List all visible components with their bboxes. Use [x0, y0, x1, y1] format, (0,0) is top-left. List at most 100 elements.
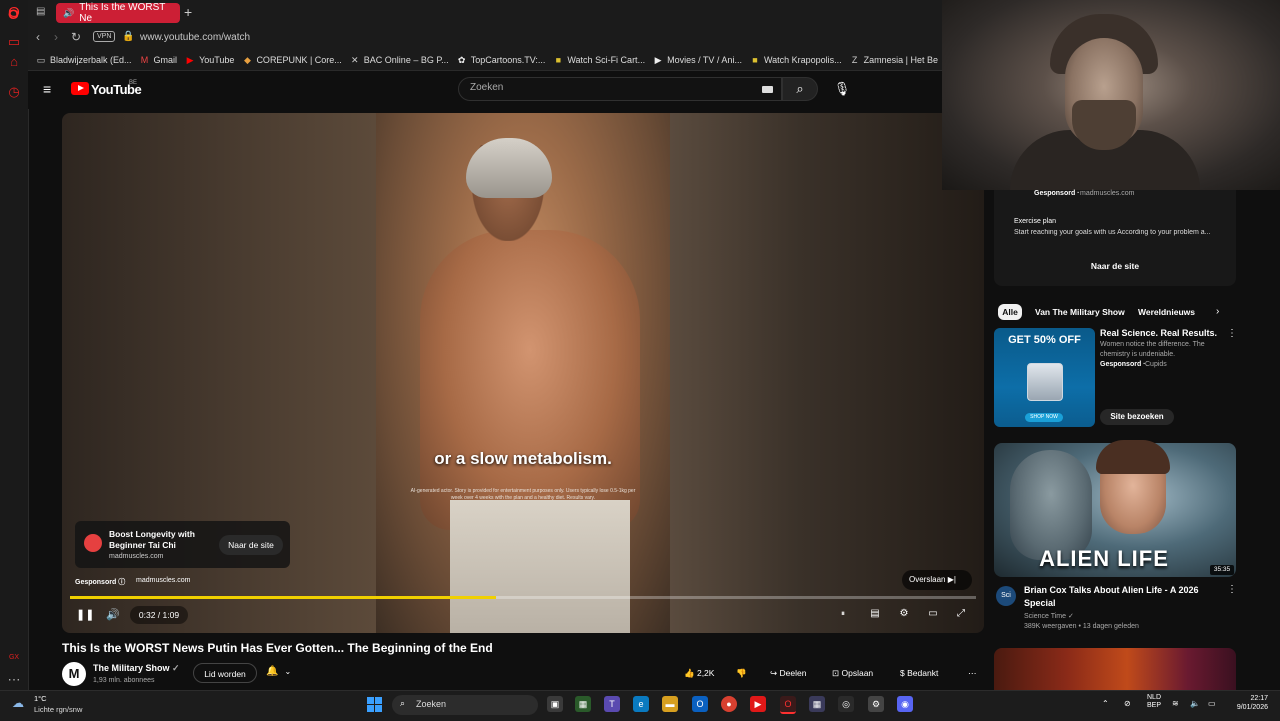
weather-icon[interactable]: ☁ [12, 696, 28, 710]
weather-temperature[interactable]: 1°C [34, 694, 47, 703]
bookmark-item[interactable]: M Gmail [140, 55, 178, 65]
calculator-icon[interactable]: ▦ [809, 696, 825, 712]
recommendation-channel-avatar[interactable]: Sci [996, 586, 1016, 606]
edge-icon[interactable]: e [633, 696, 649, 712]
windows-start-icon[interactable] [367, 697, 383, 713]
opera-gx-icon[interactable]: O [780, 696, 796, 714]
url-field[interactable]: www.youtube.com/watch [140, 32, 250, 43]
recommendation-menu-icon[interactable]: ⋮ [1227, 584, 1237, 595]
sidebar-bag-icon[interactable]: ⌂ [6, 54, 22, 70]
youtube-logo-icon[interactable] [71, 82, 89, 95]
bookmark-item[interactable]: Z Zamnesia | Het Be [850, 55, 938, 65]
bookmark-item[interactable]: ■ Watch Krapopolis... [750, 55, 841, 65]
taskbar-search-input[interactable] [392, 695, 538, 715]
skip-ad-button[interactable]: Overslaan ▶| [902, 570, 972, 590]
keyboard-icon[interactable] [762, 86, 773, 93]
pause-icon[interactable]: ❚❚ [76, 609, 94, 621]
promo-visit-button[interactable]: Site bezoeken [1100, 409, 1174, 425]
task-view-icon[interactable]: ▣ [547, 696, 563, 712]
promo-menu-icon[interactable]: ⋮ [1227, 328, 1237, 339]
fullscreen-icon[interactable]: ⤢ [954, 607, 968, 621]
reload-icon[interactable]: ↻ [71, 30, 81, 44]
discord-icon[interactable]: ◉ [897, 696, 913, 712]
more-actions-button[interactable]: ⋯ [968, 663, 982, 683]
promo-title[interactable]: Real Science. Real Results. [1100, 328, 1217, 338]
settings-icon[interactable]: ⚙ [868, 696, 884, 712]
bookmark-item[interactable]: ▭ Bladwijzerbalk (Ed... [36, 55, 132, 65]
recommendation-title[interactable]: Brian Cox Talks About Alien Life - A 202… [1024, 584, 1220, 610]
video-title: This Is the WORST News Putin Has Ever Go… [62, 641, 493, 655]
info-icon[interactable]: ⓘ [118, 579, 125, 586]
vpn-badge[interactable]: VPN [93, 31, 116, 42]
search-button[interactable]: ⌕ [782, 77, 818, 101]
notification-bell-button[interactable]: 🔔 ⌄ [266, 666, 296, 680]
system-clock[interactable]: 22:17 9/01/2026 [1228, 694, 1268, 712]
verified-icon: ✓ [172, 663, 180, 673]
sidebar-tabs-icon[interactable]: ▭ [6, 34, 22, 50]
forward-icon[interactable]: › [54, 30, 58, 44]
bookmark-item[interactable]: ▶ YouTube [185, 55, 235, 65]
search-icon: ⌕ [400, 698, 406, 708]
save-button[interactable]: ⊡ Opslaan [832, 663, 888, 683]
wifi-icon[interactable]: ≋ [1172, 699, 1179, 708]
microphone-button[interactable]: 🎙 [830, 77, 854, 101]
krapopolis-icon: ■ [752, 55, 758, 65]
youtube-app-icon[interactable]: ▶ [750, 696, 766, 712]
bookmark-item[interactable]: ▶ Movies / TV / Ani... [653, 55, 742, 65]
channel-name[interactable]: The Military Show ✓ [93, 663, 180, 674]
autoplay-toggle-icon[interactable]: ⏸ [836, 607, 850, 621]
chip-from-channel[interactable]: Van The Military Show [1035, 304, 1125, 320]
keyboard-language[interactable]: NLD BEP [1147, 694, 1161, 710]
weather-description[interactable]: Lichte rgn/snw [34, 705, 82, 714]
store-icon[interactable]: ▦ [575, 696, 591, 712]
sidebar-more-icon[interactable]: ⋯ [6, 672, 22, 688]
sidebar-history-icon[interactable]: ◷ [6, 84, 22, 100]
settings-gear-icon[interactable]: ⚙ [897, 607, 911, 621]
speaker-icon[interactable]: 🔈 [1190, 699, 1200, 708]
tab-overview-icon[interactable]: ▤ [36, 6, 45, 17]
search-input[interactable] [458, 77, 782, 101]
dislike-button[interactable]: 👎 [736, 663, 750, 683]
time-display: 0:32 / 1:09 [130, 606, 188, 624]
opera-menu-icon[interactable]: O [8, 6, 19, 22]
bookmark-item[interactable]: ◆ COREPUNK | Core... [242, 55, 342, 65]
bookmark-label: BAC Online – BG P... [363, 55, 449, 65]
bookmark-item[interactable]: ■ Watch Sci-Fi Cart... [553, 55, 645, 65]
ad-visit-button[interactable]: Naar de site [219, 535, 283, 555]
volume-icon[interactable]: 🔊 [106, 609, 120, 621]
bac-icon: ✕ [351, 55, 359, 65]
sponsor-visit-button[interactable]: Naar de site [1070, 261, 1160, 275]
chevron-right-icon[interactable]: › [1216, 306, 1219, 317]
like-button[interactable]: 👍 2,2K [684, 663, 764, 683]
channel-avatar[interactable]: M [62, 662, 86, 686]
recommendation-channel[interactable]: Science Time ✓ [1024, 612, 1074, 620]
recommendation-thumbnail[interactable] [994, 648, 1236, 690]
bookmark-label: Gmail [153, 55, 178, 65]
speaker-icon[interactable]: 🔊 [63, 8, 74, 19]
new-tab-button[interactable]: + [184, 4, 198, 20]
subtitles-icon[interactable]: ▤ [868, 607, 882, 621]
hamburger-menu-icon[interactable]: ≡ [43, 82, 57, 96]
back-icon[interactable]: ‹ [36, 30, 40, 44]
bookmark-label: Zamnesia | Het Be [863, 55, 939, 65]
youtube-icon: ▶ [186, 55, 194, 65]
thanks-button[interactable]: $ Bedankt [900, 663, 956, 683]
chrome-icon[interactable]: ● [721, 696, 737, 712]
tray-network-icon[interactable]: ⊘ [1124, 699, 1131, 708]
join-button[interactable]: Lid worden [193, 663, 257, 683]
tray-overflow-icon[interactable]: ⌃ [1102, 699, 1109, 708]
battery-icon[interactable]: ▭ [1208, 699, 1216, 708]
bookmark-item[interactable]: ✕ BAC Online – BG P... [350, 55, 449, 65]
teams-icon[interactable]: T [604, 696, 620, 712]
scifi-icon: ■ [555, 55, 562, 65]
theater-mode-icon[interactable]: ▭ [926, 607, 940, 621]
share-button[interactable]: ↪ Deelen [770, 663, 820, 683]
outlook-icon[interactable]: O [692, 696, 708, 712]
sidebar-extension-icon[interactable]: GX [6, 650, 22, 666]
chip-all[interactable]: Alle [998, 304, 1022, 320]
bookmark-item[interactable]: ✿ TopCartoons.TV:... [457, 55, 545, 65]
file-explorer-icon[interactable]: ▬ [662, 696, 678, 712]
xbox-icon[interactable]: ◎ [838, 696, 854, 712]
tab-active[interactable]: 🔊 This Is the WORST Ne [56, 2, 180, 24]
chip-world-news[interactable]: Wereldnieuws [1138, 304, 1195, 320]
